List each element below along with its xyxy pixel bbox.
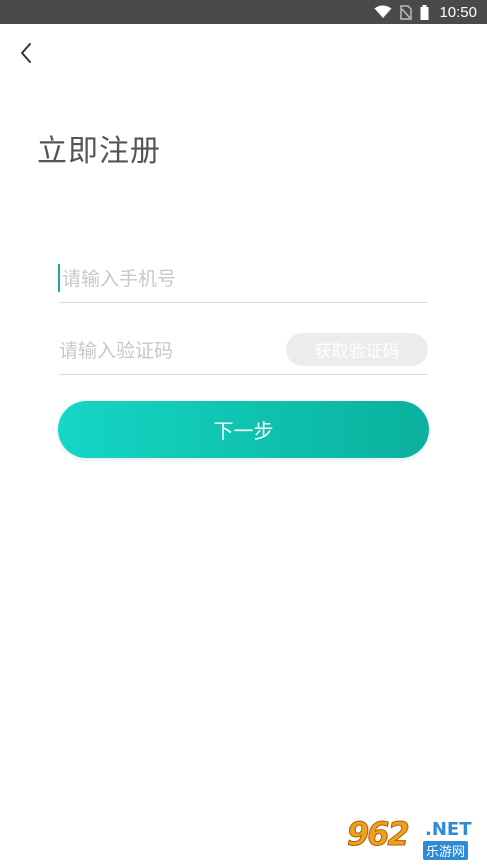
battery-icon (420, 4, 429, 20)
watermark-logo: 962 .NET 乐游网 (347, 815, 481, 861)
wifi-icon (374, 5, 392, 19)
verification-code-input[interactable] (59, 334, 279, 368)
status-icons: 10:50 (374, 0, 477, 24)
watermark-domain: .NET (425, 819, 472, 840)
code-underline (59, 374, 428, 375)
page-title: 立即注册 (37, 134, 161, 169)
phone-input[interactable] (59, 262, 428, 296)
watermark-number: 962 (347, 815, 411, 854)
status-time: 10:50 (439, 3, 477, 21)
phone-underline (59, 302, 428, 303)
chevron-left-icon (19, 42, 33, 64)
status-bar: 10:50 (0, 0, 487, 24)
back-button[interactable] (12, 38, 40, 68)
watermark-site-name: 乐游网 (423, 841, 469, 860)
get-code-button[interactable]: 获取验证码 (286, 333, 428, 366)
no-sim-icon (400, 4, 413, 20)
next-step-button[interactable]: 下一步 (58, 401, 429, 458)
